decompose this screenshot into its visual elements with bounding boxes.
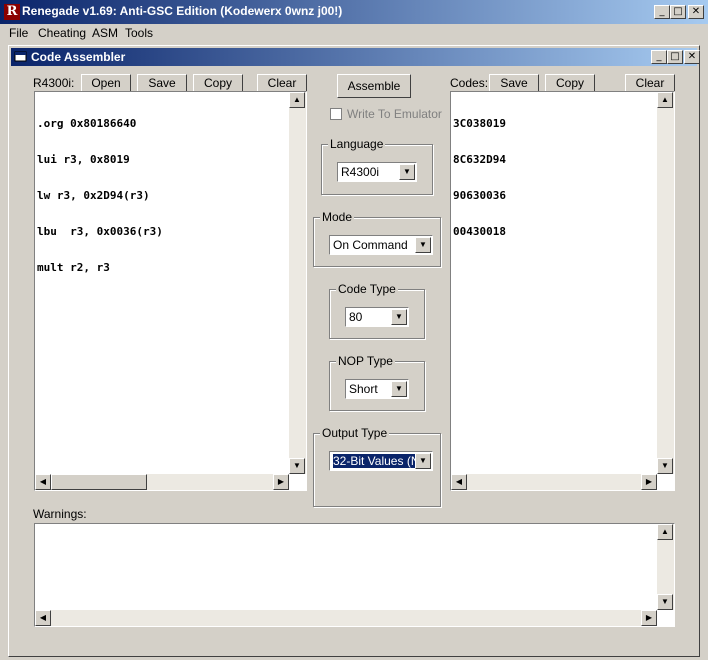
window-icon <box>14 51 27 62</box>
nop-type-value: Short <box>349 382 378 396</box>
chevron-down-icon[interactable]: ▼ <box>399 164 415 180</box>
language-group: Language R4300i ▼ <box>321 137 433 195</box>
r4300i-label: R4300i: <box>33 76 75 90</box>
output-type-select[interactable]: 32-Bit Values (No ▼ <box>329 451 433 471</box>
copy-button[interactable]: Copy <box>193 74 243 92</box>
scroll-down-icon[interactable]: ▼ <box>657 458 673 474</box>
menu-file[interactable]: File <box>4 24 33 42</box>
nop-type-label: NOP Type <box>336 354 395 368</box>
scroll-left-icon[interactable]: ◀ <box>35 474 51 490</box>
chevron-down-icon[interactable]: ▼ <box>415 453 431 469</box>
scroll-down-icon[interactable]: ▼ <box>657 594 673 610</box>
mode-select[interactable]: On Command ▼ <box>329 235 433 255</box>
code-assembler-window: Code Assembler _ □ ✕ R4300i: Open Save C… <box>8 45 700 657</box>
child-minimize-button[interactable]: _ <box>651 50 667 64</box>
code-type-value: 80 <box>349 310 363 324</box>
code-type-label: Code Type <box>336 282 398 296</box>
codes-copy-button[interactable]: Copy <box>545 74 595 92</box>
codes-horizontal-scrollbar[interactable]: ◀ ▶ <box>451 474 657 490</box>
child-maximize-button[interactable]: □ <box>667 50 683 64</box>
close-button[interactable]: ✕ <box>688 5 704 19</box>
write-to-emulator-label: Write To Emulator <box>347 107 442 121</box>
code-line: 90630036 <box>453 189 506 202</box>
window-title: Renegade v1.69: Anti-GSC Edition (Kodewe… <box>22 4 343 18</box>
assemble-button[interactable]: Assemble <box>337 74 411 98</box>
chevron-down-icon[interactable]: ▼ <box>391 309 407 325</box>
asm-line: mult r2, r3 <box>37 261 110 274</box>
chevron-down-icon[interactable]: ▼ <box>415 237 431 253</box>
scroll-up-icon[interactable]: ▲ <box>657 524 673 540</box>
menu-cheating[interactable]: Cheating <box>33 24 91 42</box>
maximize-button[interactable]: □ <box>670 5 686 19</box>
menu-asm[interactable]: ASM <box>87 24 123 42</box>
output-type-value: 32-Bit Values (No <box>332 453 416 469</box>
asm-line: .org 0x80186640 <box>37 117 137 130</box>
asm-line: lbu r3, 0x0036(r3) <box>37 225 163 238</box>
asm-line: lui r3, 0x8019 <box>37 153 130 166</box>
warnings-label: Warnings: <box>33 507 87 521</box>
child-titlebar[interactable]: Code Assembler _ □ ✕ <box>11 48 700 66</box>
scroll-thumb[interactable] <box>51 474 147 490</box>
asm-code[interactable]: .org 0x80186640 lui r3, 0x8019 lw r3, 0x… <box>37 94 163 298</box>
app-icon: R <box>4 4 20 20</box>
minimize-button[interactable]: _ <box>654 5 670 19</box>
child-title: Code Assembler <box>31 50 126 64</box>
asm-vertical-scrollbar[interactable]: ▲ ▼ <box>289 92 306 474</box>
code-line: 8C632D94 <box>453 153 506 166</box>
warnings-vertical-scrollbar[interactable]: ▲ ▼ <box>657 524 674 610</box>
main-titlebar[interactable]: R Renegade v1.69: Anti-GSC Edition (Kode… <box>0 0 708 24</box>
scroll-up-icon[interactable]: ▲ <box>289 92 305 108</box>
asm-line: lw r3, 0x2D94(r3) <box>37 189 150 202</box>
code-line: 00430018 <box>453 225 506 238</box>
save-button[interactable]: Save <box>137 74 187 92</box>
menu-bar: File Cheating ASM Tools <box>0 24 708 42</box>
codes-vertical-scrollbar[interactable]: ▲ ▼ <box>657 92 674 474</box>
clear-button[interactable]: Clear <box>257 74 307 92</box>
child-close-button[interactable]: ✕ <box>684 50 700 64</box>
language-select[interactable]: R4300i ▼ <box>337 162 417 182</box>
mode-label: Mode <box>320 210 355 224</box>
asm-editor[interactable]: .org 0x80186640 lui r3, 0x8019 lw r3, 0x… <box>34 91 307 491</box>
scroll-down-icon[interactable]: ▼ <box>289 458 305 474</box>
nop-type-group: NOP Type Short ▼ <box>329 354 425 411</box>
scroll-up-icon[interactable]: ▲ <box>657 92 673 108</box>
codes-label: Codes: <box>450 76 489 90</box>
codes-text[interactable]: 3C038019 8C632D94 90630036 00430018 <box>453 94 506 262</box>
menu-tools[interactable]: Tools <box>120 24 158 42</box>
nop-type-select[interactable]: Short ▼ <box>345 379 409 399</box>
codes-clear-button[interactable]: Clear <box>625 74 675 92</box>
language-value: R4300i <box>341 165 380 179</box>
scroll-right-icon[interactable]: ▶ <box>273 474 289 490</box>
mode-group: Mode On Command ▼ <box>313 210 441 267</box>
asm-horizontal-scrollbar[interactable]: ◀ ▶ <box>35 474 289 490</box>
code-type-group: Code Type 80 ▼ <box>329 282 425 339</box>
code-line: 3C038019 <box>453 117 506 130</box>
warnings-box[interactable]: ▲ ▼ ◀ ▶ <box>34 523 675 627</box>
codes-save-button[interactable]: Save <box>489 74 539 92</box>
open-button[interactable]: Open <box>81 74 131 92</box>
mode-value: On Command <box>333 238 408 252</box>
write-to-emulator-checkbox[interactable] <box>330 108 342 120</box>
codes-output[interactable]: 3C038019 8C632D94 90630036 00430018 ▲ ▼ … <box>450 91 675 491</box>
chevron-down-icon[interactable]: ▼ <box>391 381 407 397</box>
scroll-right-icon[interactable]: ▶ <box>641 474 657 490</box>
scroll-left-icon[interactable]: ◀ <box>451 474 467 490</box>
output-type-group: Output Type 32-Bit Values (No ▼ <box>313 426 441 507</box>
warnings-horizontal-scrollbar[interactable]: ◀ ▶ <box>35 610 657 626</box>
language-label: Language <box>328 137 386 151</box>
scroll-left-icon[interactable]: ◀ <box>35 610 51 626</box>
scroll-right-icon[interactable]: ▶ <box>641 610 657 626</box>
output-type-label: Output Type <box>320 426 390 440</box>
code-type-select[interactable]: 80 ▼ <box>345 307 409 327</box>
